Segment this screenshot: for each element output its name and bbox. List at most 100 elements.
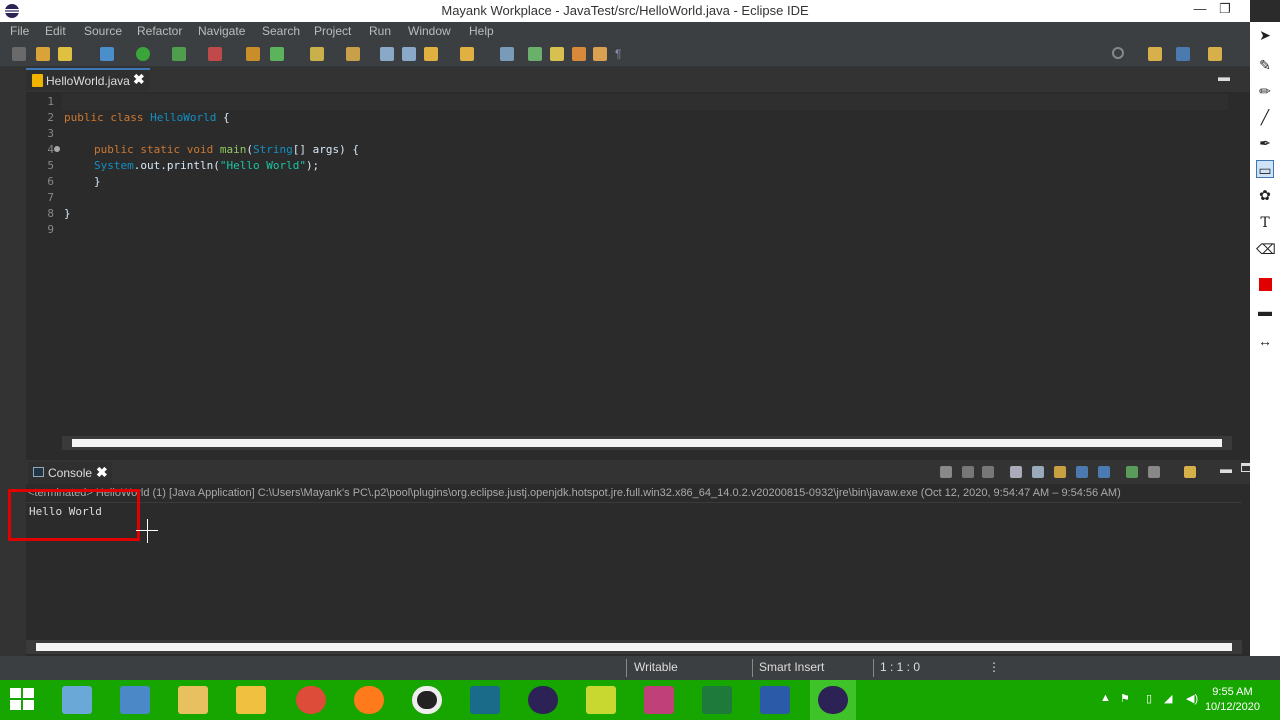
clock-date: 10/12/2020 [1204, 701, 1260, 713]
fold-marker-icon[interactable] [54, 146, 60, 152]
show-on-stderr-icon[interactable] [1098, 466, 1110, 478]
firefox-icon[interactable] [354, 686, 384, 714]
eclipse-icon[interactable] [528, 686, 558, 714]
word-wrap-icon[interactable] [1054, 466, 1066, 478]
run-icon[interactable] [136, 47, 150, 61]
app-icon-camtasia[interactable] [470, 686, 500, 714]
java-perspective-icon[interactable] [1176, 47, 1190, 61]
scroll-lock-icon[interactable] [1032, 466, 1044, 478]
eclipse-active-taskbar-item[interactable] [810, 680, 856, 720]
tab-helloworld-java[interactable]: HelloWorld.java ✖ [26, 68, 150, 90]
close-icon[interactable]: ✖ [96, 464, 108, 481]
window-title: Mayank Workplace - JavaTest/src/HelloWor… [441, 3, 809, 18]
palette-icon[interactable]: ✿ [1256, 186, 1274, 204]
close-icon[interactable]: ✖ [133, 71, 145, 88]
app-icon-notepad[interactable] [586, 686, 616, 714]
show-on-stdout-icon[interactable] [1076, 466, 1088, 478]
forward-arrow-icon[interactable] [460, 47, 474, 61]
tray-chevron-icon[interactable]: ▲ [1100, 692, 1111, 704]
pen-icon[interactable] [58, 47, 72, 61]
mark-occurrences-icon[interactable] [528, 47, 542, 61]
brush-icon[interactable]: ✒ [1256, 134, 1274, 152]
pencil-icon[interactable]: ✎ [1256, 56, 1274, 74]
pilcrow-icon[interactable]: ¶ [615, 47, 629, 61]
menu-file[interactable]: File [10, 24, 29, 38]
refresh-icon[interactable] [270, 47, 284, 61]
code-editor[interactable]: 1 2 3 4 5 6 7 8 9 public class HelloWorl… [26, 92, 1246, 452]
display-console-icon[interactable] [1148, 466, 1160, 478]
pointer-icon[interactable]: ➤ [1256, 26, 1274, 44]
windows-start-icon[interactable] [10, 688, 36, 712]
wifi-icon[interactable]: ◢ [1164, 692, 1172, 705]
restore-button[interactable]: ❐ [1212, 1, 1238, 21]
rectangle-icon[interactable]: ▭ [1256, 160, 1274, 178]
back-arrow-icon[interactable] [424, 47, 438, 61]
minimize-console-icon[interactable]: ▬ [1220, 462, 1232, 476]
excel-icon[interactable] [702, 686, 732, 714]
search-icon[interactable] [1112, 47, 1124, 59]
red-color-icon[interactable] [1256, 276, 1274, 294]
app-icon-pdf[interactable] [644, 686, 674, 714]
block-selection-icon[interactable] [593, 47, 607, 61]
menu-help[interactable]: Help [469, 24, 494, 38]
debug-perspective-icon[interactable] [1208, 47, 1222, 61]
editor-horizontal-scrollbar[interactable] [62, 436, 1232, 450]
open-type-icon[interactable] [310, 47, 324, 61]
menu-refactor[interactable]: Refactor [137, 24, 182, 38]
toggle-breadcrumb-icon[interactable] [500, 47, 514, 61]
coverage-icon[interactable] [172, 47, 186, 61]
tab-console[interactable]: Console ✖ [28, 462, 112, 484]
flag-icon[interactable]: ⚑ [1120, 692, 1130, 705]
minimize-editor-icon[interactable]: ▬ [1218, 70, 1230, 84]
terminate-icon[interactable] [940, 466, 952, 478]
console-output-area[interactable]: Hello World [26, 502, 1242, 638]
app-icon-computer[interactable] [120, 686, 150, 714]
menu-navigate[interactable]: Navigate [198, 24, 245, 38]
marker-icon[interactable]: ✏ [1256, 82, 1274, 100]
battery-icon[interactable]: ▯ [1146, 692, 1152, 705]
app-icon-search-tool[interactable] [178, 686, 208, 714]
prev-annotation-icon[interactable] [380, 47, 394, 61]
expand-arrows-icon[interactable]: ↔ [1256, 332, 1274, 350]
word-icon[interactable] [760, 686, 790, 714]
editor-vertical-scrollbar[interactable] [1228, 94, 1238, 434]
menu-run[interactable]: Run [369, 24, 391, 38]
highlight-icon[interactable] [550, 47, 564, 61]
next-annotation-icon[interactable] [402, 47, 416, 61]
file-explorer-icon[interactable] [236, 686, 266, 714]
remove-launch-icon[interactable] [962, 466, 974, 478]
record-icon[interactable] [412, 686, 442, 714]
open-perspective-icon[interactable] [1148, 47, 1162, 61]
menu-source[interactable]: Source [84, 24, 122, 38]
minimize-button[interactable]: — [1187, 1, 1213, 21]
line-icon[interactable]: ╱ [1256, 108, 1274, 126]
eraser-icon[interactable]: ⌫ [1256, 240, 1276, 258]
external-tools-icon[interactable] [208, 47, 222, 61]
taskbar-clock[interactable]: 9:55 AM 10/12/2020 [1205, 685, 1260, 715]
menu-edit[interactable]: Edit [45, 24, 66, 38]
menu-project[interactable]: Project [314, 24, 351, 38]
open-console-icon[interactable] [1184, 466, 1196, 478]
app-icon-explorer-window[interactable] [62, 686, 92, 714]
search-tool-icon[interactable] [346, 47, 360, 61]
show-whitespace-icon[interactable] [572, 47, 586, 61]
text-tool-icon[interactable]: T [1256, 214, 1274, 232]
scroll-thumb[interactable] [72, 439, 1222, 447]
scroll-thumb[interactable] [36, 643, 1232, 651]
open-folder-icon[interactable] [36, 47, 50, 61]
clock-time: 9:55 AM [1212, 686, 1253, 698]
volume-icon[interactable]: ◀) [1186, 692, 1198, 705]
status-menu-icon[interactable]: ⋮ [988, 660, 1000, 674]
new-package-icon[interactable] [246, 47, 260, 61]
debug-icon[interactable] [100, 47, 114, 61]
line-width-icon[interactable]: ▬ [1256, 302, 1274, 320]
code-line-2: public class HelloWorld { [64, 111, 230, 124]
chrome-icon[interactable] [296, 686, 326, 714]
clear-console-icon[interactable] [1010, 466, 1022, 478]
console-horizontal-scrollbar[interactable] [26, 640, 1242, 654]
menu-window[interactable]: Window [408, 24, 451, 38]
new-icon[interactable] [12, 47, 26, 61]
remove-all-icon[interactable] [982, 466, 994, 478]
pin-console-icon[interactable] [1126, 466, 1138, 478]
menu-search[interactable]: Search [262, 24, 300, 38]
